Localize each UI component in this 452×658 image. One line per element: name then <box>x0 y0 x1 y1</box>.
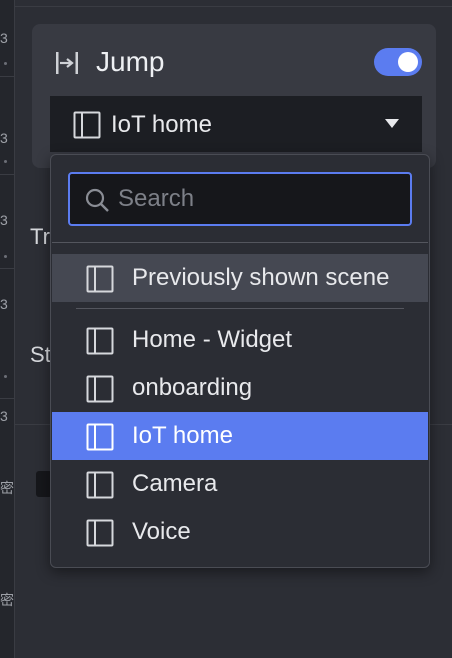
clipped-dot <box>4 160 7 163</box>
jump-title: Jump <box>96 46 165 77</box>
clipped-glyph: 密 <box>0 480 14 496</box>
background-label-st: St <box>30 342 51 367</box>
scene-icon <box>86 471 114 499</box>
list-item-previous-scene[interactable]: Previously shown scene <box>52 254 428 302</box>
clipped-glyph: 密 <box>0 592 14 608</box>
scene-icon <box>86 327 114 355</box>
clipped-dot <box>4 255 7 258</box>
left-panel-edge: 3 3 3 3 3 密 密 <box>0 0 15 658</box>
background-label-tr: Tr <box>30 224 50 249</box>
selected-scene-value: IoT home <box>111 111 212 138</box>
jump-toggle[interactable] <box>374 48 422 76</box>
dropdown-divider <box>52 242 428 243</box>
search-field[interactable] <box>68 172 412 226</box>
clipped-text: 3 <box>0 130 8 146</box>
scene-icon <box>86 423 114 451</box>
clipped-dot <box>4 62 7 65</box>
list-item-label: Home - Widget <box>132 326 293 353</box>
clipped-text: 3 <box>0 30 8 46</box>
list-item[interactable]: onboarding <box>52 364 428 412</box>
list-item[interactable]: Home - Widget <box>52 316 428 364</box>
scene-icon <box>86 375 114 403</box>
clipped-dot <box>4 375 7 378</box>
jump-icon <box>56 52 78 74</box>
search-icon <box>85 188 109 212</box>
divider <box>14 6 452 7</box>
dropdown-divider <box>76 308 404 309</box>
scene-icon <box>86 519 114 547</box>
divider <box>0 268 14 269</box>
list-item-label: Voice <box>132 518 191 545</box>
chevron-down-icon <box>385 119 399 128</box>
clipped-text: 3 <box>0 408 8 424</box>
list-item-selected[interactable]: IoT home <box>52 412 428 460</box>
list-item-label: Camera <box>132 470 218 497</box>
clipped-text: 3 <box>0 212 8 228</box>
list-item-label: IoT home <box>132 422 233 449</box>
scene-icon <box>73 111 101 139</box>
divider <box>0 398 14 399</box>
list-item-label: Previously shown scene <box>132 264 390 291</box>
scene-icon <box>86 265 114 293</box>
list-item-label: onboarding <box>132 374 253 401</box>
search-input[interactable] <box>118 184 398 214</box>
divider <box>0 76 14 77</box>
toggle-knob <box>398 52 418 72</box>
scene-select[interactable]: IoT home <box>50 96 422 152</box>
list-item[interactable]: Voice <box>52 508 428 556</box>
list-item[interactable]: Camera <box>52 460 428 508</box>
divider <box>0 174 14 175</box>
clipped-text: 3 <box>0 296 8 312</box>
